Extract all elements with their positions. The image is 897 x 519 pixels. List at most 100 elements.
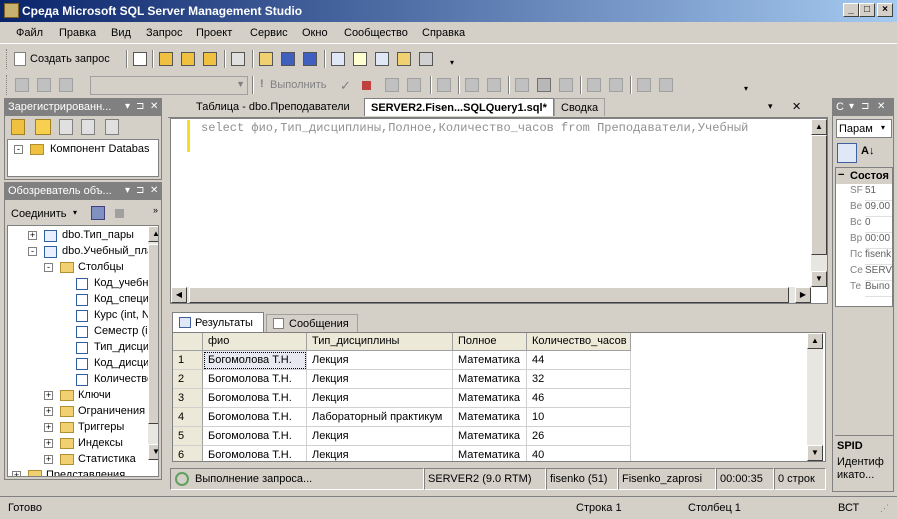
expand-icon[interactable]: + [28, 231, 37, 240]
toolbar-overflow-icon[interactable]: ▾ [450, 58, 454, 67]
grid-cell[interactable]: Математика [453, 427, 527, 446]
menu-tools[interactable]: Сервис [250, 27, 288, 39]
integration-services-icon[interactable] [105, 119, 119, 135]
grid-cell[interactable]: Богомолова Т.Н. [203, 446, 307, 461]
client-stats-button[interactable] [484, 75, 504, 95]
collapse-icon[interactable]: - [28, 247, 37, 256]
property-value[interactable]: 0 [865, 217, 892, 233]
collapse-icon[interactable]: - [44, 263, 53, 272]
toolbar-overflow-icon[interactable]: » [153, 205, 158, 215]
properties-object-select[interactable]: Парам ▾ [836, 119, 892, 138]
row-number[interactable]: 6 [173, 446, 203, 461]
expand-icon[interactable]: + [44, 439, 53, 448]
dmx-query-button[interactable] [200, 49, 220, 69]
menu-view[interactable]: Вид [111, 27, 131, 39]
property-value[interactable]: 51 [865, 185, 892, 201]
property-value[interactable]: fisenk [865, 249, 892, 265]
property-value[interactable]: 09.00 [865, 201, 892, 217]
grid-cell[interactable]: Богомолова Т.Н. [203, 389, 307, 408]
grid-cell[interactable]: 46 [527, 389, 631, 408]
grid-cell[interactable]: Математика [453, 389, 527, 408]
property-name[interactable]: Be [850, 201, 864, 217]
disconnect-icon[interactable] [91, 206, 105, 220]
grid-cell[interactable]: 10 [527, 408, 631, 427]
expand-icon[interactable]: + [44, 407, 53, 416]
menu-edit[interactable]: Правка [59, 27, 96, 39]
grid-cell[interactable]: Математика [453, 446, 527, 461]
menu-community[interactable]: Сообщество [344, 27, 408, 39]
grid-cell[interactable]: Лекция [307, 370, 453, 389]
menu-file[interactable]: Файл [16, 27, 43, 39]
grid-cell[interactable]: Математика [453, 370, 527, 389]
tree-vertical-scrollbar[interactable]: ▲ ▼ [148, 226, 158, 460]
categorized-button[interactable] [837, 143, 857, 163]
tab-summary[interactable]: Сводка [554, 98, 606, 116]
column-header[interactable]: Полное [453, 333, 527, 351]
close-document-icon[interactable]: ✕ [792, 100, 801, 113]
disconnect-button[interactable] [34, 75, 54, 95]
property-name[interactable]: SF [850, 185, 864, 201]
properties-button[interactable] [416, 49, 436, 69]
execute-button[interactable]: ! Выполнить [256, 75, 336, 95]
save-all-button[interactable] [300, 49, 320, 69]
tree-item[interactable]: Тип_дисци [8, 340, 149, 356]
column-header[interactable]: Тип_дисциплины [307, 333, 453, 351]
row-number[interactable]: 1 [173, 351, 203, 370]
editor-vertical-scrollbar[interactable]: ▲ ▼ [811, 119, 827, 287]
xmla-query-button[interactable] [228, 49, 248, 69]
db-engine-query-button[interactable] [156, 49, 176, 69]
grid-cell[interactable]: Лабораторный практикум [307, 408, 453, 427]
row-number[interactable]: 4 [173, 408, 203, 427]
tree-item[interactable]: + Статистика [8, 452, 148, 468]
tab-messages[interactable]: Сообщения [266, 314, 358, 332]
editor-horizontal-scrollbar[interactable]: ◀ ▶ [171, 287, 811, 303]
tree-item[interactable]: Семестр (ir [8, 324, 151, 340]
expand-icon[interactable]: + [44, 391, 53, 400]
property-name[interactable]: Се [850, 265, 864, 281]
registered-item[interactable]: - Компонент Databas [12, 142, 158, 158]
scroll-thumb[interactable] [811, 135, 827, 255]
grid-cell[interactable]: Математика [453, 408, 527, 427]
scroll-up-icon[interactable]: ▲ [811, 119, 827, 135]
property-name[interactable]: Пс [850, 249, 864, 265]
query-options-button[interactable] [404, 75, 424, 95]
stop-icon[interactable] [115, 209, 124, 218]
tree-item[interactable]: Количество [8, 372, 153, 388]
new-query-button[interactable]: Создать запрос [12, 49, 126, 69]
scroll-right-icon[interactable]: ▶ [795, 287, 811, 303]
design-query-button[interactable] [434, 75, 454, 95]
grid-cell[interactable]: Лекция [307, 389, 453, 408]
analysis-services-icon[interactable] [35, 119, 51, 135]
summary-button[interactable] [350, 49, 370, 69]
grid-cell[interactable]: Богомолова Т.Н. [203, 408, 307, 427]
scroll-down-icon[interactable]: ▼ [807, 445, 823, 461]
scroll-down-icon[interactable]: ▼ [811, 271, 827, 287]
grid-cell[interactable]: 40 [527, 446, 631, 461]
scroll-thumb[interactable] [189, 287, 789, 303]
grid-cell[interactable]: 32 [527, 370, 631, 389]
uncomment-button[interactable] [606, 75, 626, 95]
grid-cell[interactable]: 26 [527, 427, 631, 446]
actual-plan-button[interactable] [462, 75, 482, 95]
grid-cell[interactable]: Математика [453, 351, 527, 370]
reporting-services-icon[interactable] [59, 119, 73, 135]
resize-grip-icon[interactable]: ⋰ [880, 503, 889, 514]
property-category[interactable]: − Состоя [836, 168, 892, 184]
grid-cell[interactable]: Богомолова Т.Н. [203, 427, 307, 446]
close-icon[interactable]: ✕ [150, 185, 158, 196]
property-value[interactable]: Выпо [865, 281, 892, 297]
property-name[interactable]: Те [850, 281, 864, 297]
database-select[interactable]: ▼ [90, 76, 248, 95]
alphabetical-button[interactable]: A↓ [861, 145, 874, 157]
increase-indent-button[interactable] [656, 75, 676, 95]
tree-item[interactable]: + Ограничения [8, 404, 148, 420]
close-icon[interactable]: ✕ [877, 101, 885, 112]
grid-cell[interactable]: Богомолова Т.Н. [203, 351, 307, 370]
menu-help[interactable]: Справка [422, 27, 465, 39]
expand-icon[interactable]: + [12, 471, 21, 476]
scroll-thumb[interactable] [148, 244, 158, 424]
change-connection-button[interactable] [56, 75, 76, 95]
grid-cell[interactable]: Лекция [307, 446, 453, 461]
pin-icon[interactable]: ⊐ [861, 101, 869, 112]
menu-project[interactable]: Проект [196, 27, 232, 39]
